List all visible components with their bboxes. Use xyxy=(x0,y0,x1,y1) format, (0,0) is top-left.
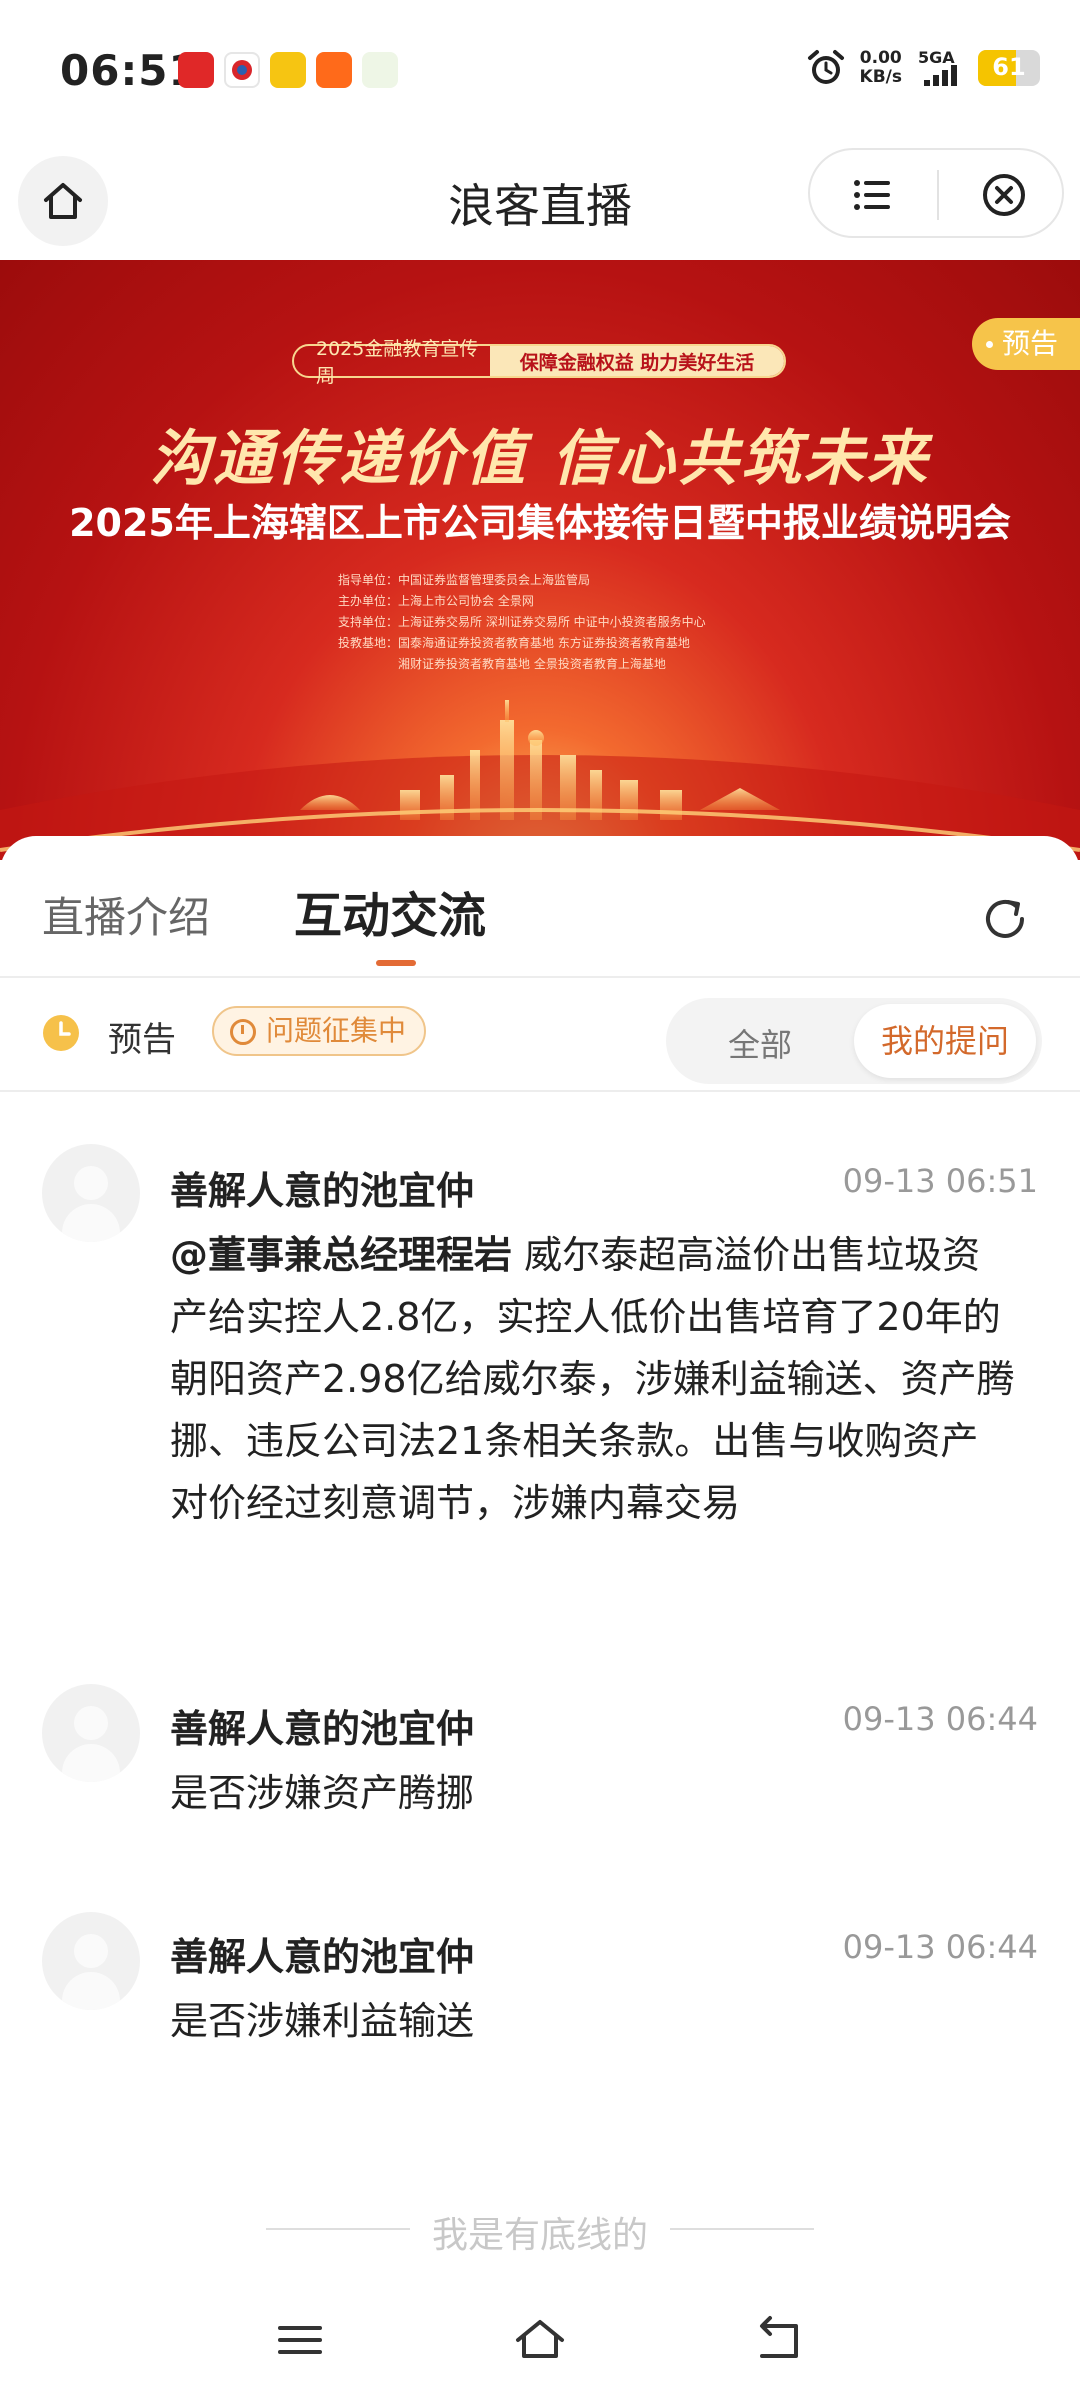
question-time: 09-13 06:51 xyxy=(842,1162,1038,1200)
banner-credit-line: 支持单位：上海证券交易所 深圳证券交易所 中证中小投资者服务中心 xyxy=(338,615,706,629)
active-tab-indicator xyxy=(376,960,416,966)
question-content: 是否涉嫌资产腾挪 xyxy=(170,1771,475,1815)
list-icon[interactable] xyxy=(850,172,896,218)
refresh-icon[interactable] xyxy=(978,892,1032,946)
banner-credit-line: 主办单位：上海上市公司协会 全景网 xyxy=(338,594,534,608)
battery-level: 61 xyxy=(992,53,1026,81)
timer-icon xyxy=(230,1019,256,1045)
close-circle-icon[interactable] xyxy=(980,171,1028,219)
question-username: 善解人意的池宜仲 xyxy=(170,1169,475,1213)
app-notification-icon xyxy=(362,52,398,88)
banner-pill-right: 保障金融权益 助力美好生活 xyxy=(490,346,784,376)
filter-all[interactable]: 全部 xyxy=(728,1020,792,1066)
mention[interactable]: @董事兼总经理程岩 xyxy=(170,1233,512,1277)
app-notification-icon xyxy=(316,52,352,88)
menu-icon[interactable] xyxy=(272,2312,328,2368)
battery-icon: 61 xyxy=(978,50,1040,86)
avatar xyxy=(42,1684,140,1782)
preview-badge: 预告 xyxy=(971,318,1080,370)
app-header: 浪客直播 xyxy=(0,140,1080,260)
end-of-list: 我是有底线的 xyxy=(0,2198,1080,2258)
question-content: @董事兼总经理程岩 威尔泰超高溢价出售垃圾资产给实控人2.8亿，实控人低价出售培… xyxy=(170,1224,1016,1534)
alarm-icon xyxy=(807,50,844,84)
question-username: 善解人意的池宜仲 xyxy=(170,1935,475,1979)
end-line-right xyxy=(670,2228,814,2230)
miniprogram-capsule xyxy=(808,148,1064,238)
status-bar: 06:51 0.00 KB/s 5GA 61 xyxy=(0,0,1080,140)
question-content: 是否涉嫌利益输送 xyxy=(170,1999,475,2043)
banner-credit-line: 投教基地：国泰海通证券投资者教育基地 东方证券投资者教育基地 xyxy=(338,636,690,650)
back-icon[interactable] xyxy=(752,2312,808,2368)
collecting-badge: 问题征集中 xyxy=(212,1006,427,1056)
filter-bar: 预告 问题征集中 全部 我的提问 xyxy=(0,980,1080,1092)
app-notification-icon xyxy=(178,52,214,88)
signal-icon: 5GA xyxy=(916,48,964,88)
banner-pill: 2025金融教育宣传周 保障金融权益 助力美好生活 xyxy=(292,338,786,387)
clock-icon xyxy=(43,1015,79,1051)
list-item: 善解人意的池宜仲 09-13 06:44 是否涉嫌资产腾挪 xyxy=(0,1632,1080,1832)
capsule-divider xyxy=(937,170,939,220)
home-icon[interactable] xyxy=(512,2312,568,2368)
network-speed-value: 0.00 xyxy=(859,48,902,68)
city-skyline-illustration xyxy=(0,700,1080,860)
tab-bar: 直播介绍 互动交流 xyxy=(0,836,1080,978)
end-of-list-text: 我是有底线的 xyxy=(431,2215,648,2256)
banner-credit-line: 指导单位：中国证券监督管理委员会上海监管局 xyxy=(338,573,591,587)
tab-interact[interactable]: 互动交流 xyxy=(294,876,486,946)
live-banner[interactable]: 预告 2025金融教育宣传周 保障金融权益 助力美好生活 沟通传递价值 信心共筑… xyxy=(0,260,1080,860)
avatar xyxy=(42,1912,140,2010)
tab-intro[interactable]: 直播介绍 xyxy=(42,884,210,945)
app-notification-icon xyxy=(270,52,306,88)
banner-pill-left: 2025金融教育宣传周 xyxy=(316,338,479,387)
banner-event-title: 2025年上海辖区上市公司集体接待日暨中报业绩说明会 xyxy=(69,501,1011,545)
app-notification-icon xyxy=(224,52,260,88)
filter-my-questions[interactable]: 我的提问 xyxy=(854,1004,1036,1078)
avatar xyxy=(42,1144,140,1242)
network-speed-unit: KB/s xyxy=(859,67,902,87)
question-time: 09-13 06:44 xyxy=(842,1700,1038,1738)
question-username: 善解人意的池宜仲 xyxy=(170,1707,475,1751)
collecting-badge-label: 问题征集中 xyxy=(266,1014,407,1047)
network-speed: 0.00 KB/s xyxy=(860,49,902,87)
banner-slogan: 沟通传递价值 信心共筑未来 xyxy=(150,424,930,494)
notification-icons xyxy=(178,52,398,88)
content-sheet: 直播介绍 互动交流 预告 问题征集中 全部 我的提问 善解人意的池宜仲 09-1… xyxy=(0,836,1080,2400)
question-time: 09-13 06:44 xyxy=(842,1928,1038,1966)
question-filter-toggle: 全部 我的提问 xyxy=(666,998,1042,1084)
live-status-label: 预告 xyxy=(108,1020,176,1060)
list-item: 善解人意的池宜仲 09-13 06:51 @董事兼总经理程岩 威尔泰超高溢价出售… xyxy=(0,1094,1080,1614)
list-item: 善解人意的池宜仲 09-13 06:44 是否涉嫌利益输送 xyxy=(0,1860,1080,2060)
system-nav-bar xyxy=(0,2290,1080,2400)
